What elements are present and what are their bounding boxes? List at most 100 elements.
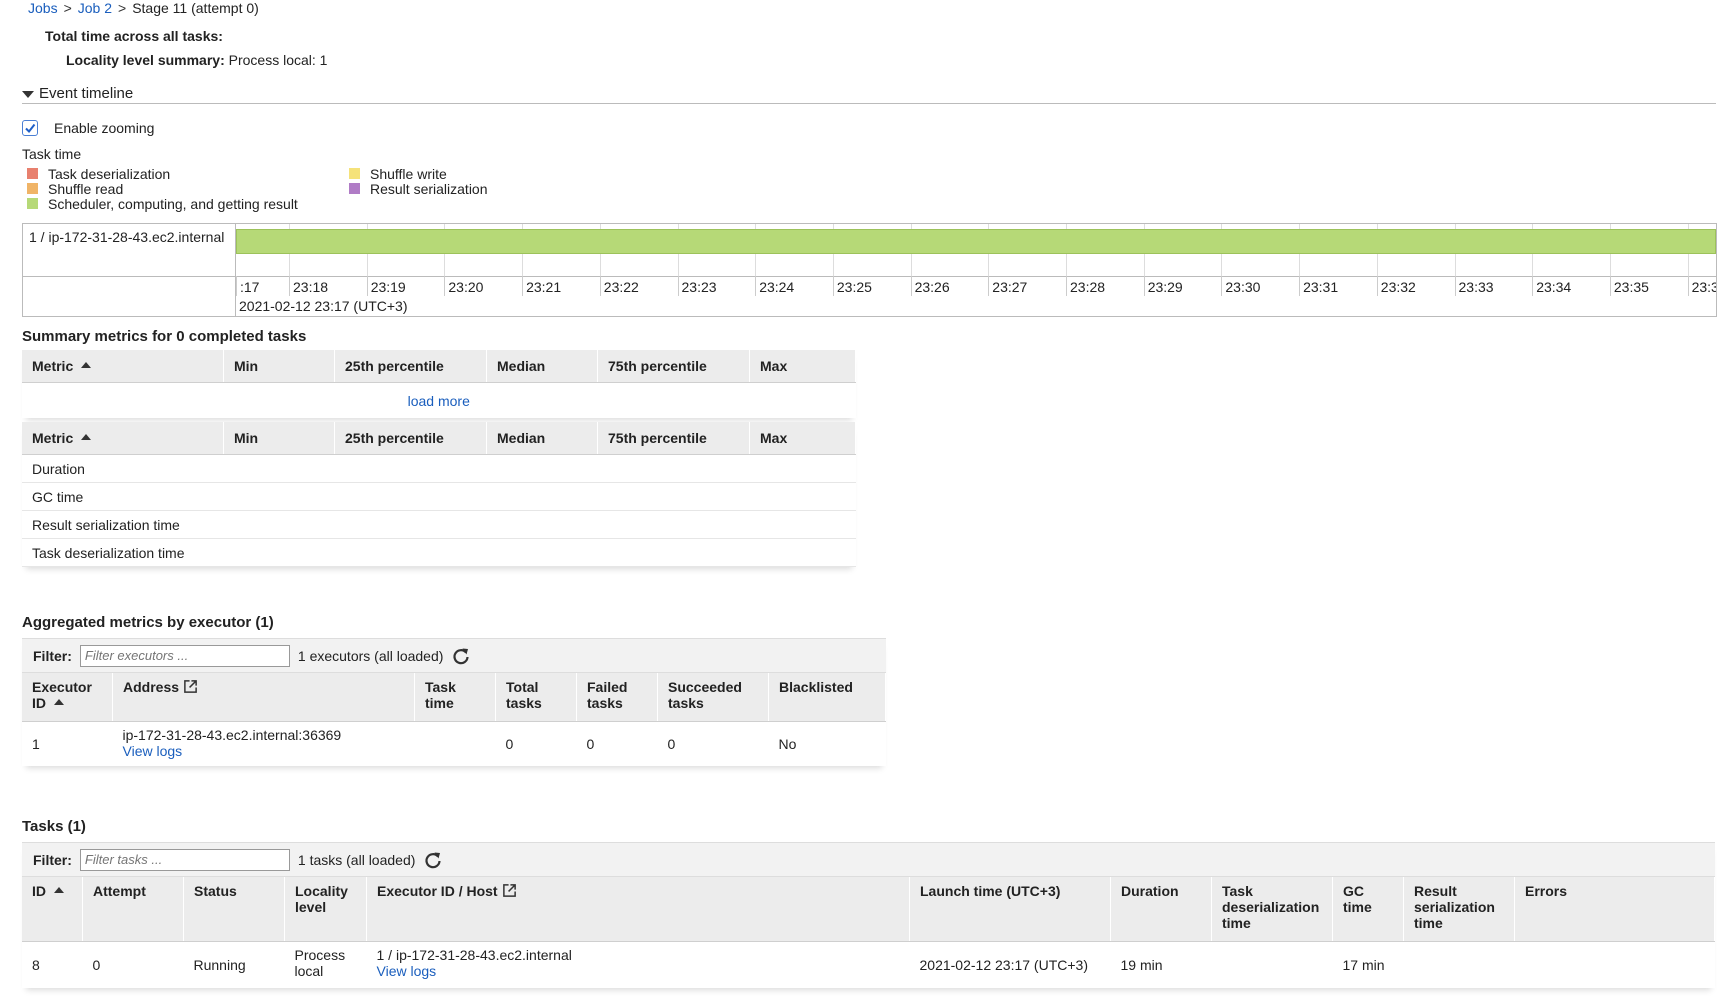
enable-zooming-label: Enable zooming bbox=[54, 120, 155, 136]
column-header-max[interactable]: Max bbox=[749, 350, 856, 383]
column-header-task-deserialization-time[interactable]: Task deserialization time bbox=[1211, 877, 1333, 942]
tasks-filter-bar: Filter: 1 tasks (all loaded) bbox=[22, 842, 1715, 877]
table-header-row: Executor ID Address Task time Total tasks F… bbox=[22, 673, 886, 722]
column-header-locality-level[interactable]: Locality level bbox=[284, 877, 367, 942]
errors-cell bbox=[1515, 942, 1715, 989]
column-header-failed-tasks[interactable]: Failed tasks bbox=[576, 673, 658, 722]
launch-time-cell: 2021-02-12 23:17 (UTC+3) bbox=[919, 957, 1089, 973]
column-header-min[interactable]: Min bbox=[223, 422, 335, 455]
table-header-row: ID Attempt Status Locality level Executor… bbox=[22, 877, 1715, 942]
legend-item-result-serialization: Result serialization bbox=[349, 181, 488, 197]
table-row: Task deserialization time bbox=[22, 538, 856, 567]
legend-item-shuffle-write: Shuffle write bbox=[349, 165, 488, 182]
timeline-tick-label: 23:23 bbox=[677, 276, 717, 296]
load-more-link[interactable]: load more bbox=[408, 393, 470, 409]
executor-host-cell: 1 / ip-172-31-28-43.ec2.internal View lo… bbox=[367, 942, 910, 989]
column-header-total-tasks[interactable]: Total tasks bbox=[495, 673, 577, 722]
sort-ascending-icon bbox=[54, 699, 64, 705]
column-header-task-time[interactable]: Task time bbox=[414, 673, 496, 722]
column-header-errors[interactable]: Errors bbox=[1514, 877, 1715, 942]
metric-name: Task deserialization time bbox=[22, 538, 224, 567]
timeline-tick-label: 23:32 bbox=[1376, 276, 1416, 296]
gc-time-cell: 17 min bbox=[1342, 957, 1385, 973]
column-header-status[interactable]: Status bbox=[183, 877, 285, 942]
timeline-axis-left-cell bbox=[23, 276, 236, 316]
column-header-result-serialization-time[interactable]: Result serialization time bbox=[1403, 877, 1515, 942]
event-timeline-chart[interactable]: 1 / ip-172-31-28-43.ec2.internal :17 23:1… bbox=[22, 223, 1717, 317]
section-divider bbox=[22, 103, 1716, 104]
breadcrumb-jobs-link[interactable]: Jobs bbox=[28, 0, 58, 16]
timeline-tick-label: 23:31 bbox=[1299, 276, 1338, 296]
view-logs-link[interactable]: View logs bbox=[377, 963, 437, 979]
timeline-tick-label: 23:21 bbox=[522, 276, 561, 296]
legend-label: Shuffle write bbox=[370, 165, 447, 182]
column-header-25th-percentile[interactable]: 25th percentile bbox=[334, 422, 487, 455]
total-time-summary: Total time across all tasks: bbox=[45, 28, 223, 44]
table-row: Result serialization time bbox=[22, 510, 856, 539]
task-id-cell: 8 bbox=[32, 957, 40, 973]
event-timeline-toggle[interactable]: Event timeline bbox=[22, 85, 133, 102]
checkmark-icon bbox=[25, 123, 36, 134]
column-header-75th-percentile[interactable]: 75th percentile bbox=[597, 350, 750, 383]
task-time-bar[interactable] bbox=[236, 229, 1716, 254]
status-cell: Running bbox=[193, 957, 246, 973]
sort-ascending-icon bbox=[81, 434, 92, 440]
column-header-metric[interactable]: Metric bbox=[22, 422, 224, 455]
tasks-filter-input[interactable] bbox=[79, 848, 290, 871]
enable-zooming-checkbox[interactable] bbox=[22, 120, 38, 136]
table-header-row: Metric Min 25th percentile Median 75th p… bbox=[22, 350, 856, 383]
filter-label: Filter: bbox=[33, 851, 72, 868]
legend-item-task-deserialization: Task deserialization bbox=[27, 166, 298, 182]
executor-filter-bar: Filter: 1 executors (all loaded) bbox=[22, 638, 886, 673]
column-header-max[interactable]: Max bbox=[749, 422, 856, 455]
column-header-succeeded-tasks[interactable]: Succeeded tasks bbox=[657, 673, 769, 722]
event-timeline-title: Event timeline bbox=[39, 85, 134, 102]
table-row: 1 ip-172-31-28-43.ec2.internal:36369 Vie… bbox=[22, 722, 886, 767]
locality-summary: Locality level summary: Process local: 1 bbox=[66, 52, 327, 68]
table-header-row: Metric Min 25th percentile Median 75th p… bbox=[22, 422, 856, 455]
column-header-id[interactable]: ID bbox=[22, 877, 83, 942]
timeline-tick-label: 23:36 bbox=[1687, 276, 1716, 296]
column-header-launch-time[interactable]: Launch time (UTC+3) bbox=[909, 877, 1111, 942]
executor-filter-input[interactable] bbox=[79, 644, 290, 667]
column-header-median[interactable]: Median bbox=[486, 350, 598, 383]
timeline-tick-label: 23:28 bbox=[1066, 276, 1105, 296]
timeline-tick-label: 23:29 bbox=[1143, 276, 1183, 296]
refresh-icon[interactable] bbox=[423, 850, 443, 870]
executor-table: Executor ID Address Task time Total tasks F… bbox=[22, 673, 886, 766]
timeline-group-cell: 1 / ip-172-31-28-43.ec2.internal bbox=[23, 224, 236, 277]
timeline-tick-label: 23:22 bbox=[599, 276, 639, 296]
refresh-icon[interactable] bbox=[451, 646, 471, 666]
legend-swatch bbox=[349, 183, 360, 194]
breadcrumb-current-stage: Stage 11 (attempt 0) bbox=[132, 0, 259, 16]
column-header-metric[interactable]: Metric bbox=[22, 350, 224, 383]
column-header-blacklisted[interactable]: Blacklisted bbox=[768, 673, 886, 722]
column-header-executor-id[interactable]: Executor ID bbox=[22, 673, 113, 722]
timeline-axis: :17 23:18 23:19 23:20 23:21 23:22 23:23 23:24 23… bbox=[236, 276, 1716, 316]
legend-label: Scheduler, computing, and getting result bbox=[48, 195, 298, 212]
locality-value: Process local: 1 bbox=[228, 52, 328, 68]
column-header-gc-time[interactable]: GC time bbox=[1332, 877, 1404, 942]
column-header-median[interactable]: Median bbox=[486, 422, 598, 455]
summary-metrics-table-1: Metric Min 25th percentile Median 75th p… bbox=[22, 350, 856, 418]
timeline-tick-label: 23:19 bbox=[366, 276, 406, 296]
result-serialization-cell bbox=[1404, 942, 1515, 989]
column-header-attempt[interactable]: Attempt bbox=[82, 877, 184, 942]
column-header-executor-host[interactable]: Executor ID / Host bbox=[366, 877, 910, 942]
timeline-tick-label: 23:33 bbox=[1454, 276, 1494, 296]
column-header-duration[interactable]: Duration bbox=[1110, 877, 1212, 942]
legend-swatch bbox=[27, 198, 38, 209]
column-header-75th-percentile[interactable]: 75th percentile bbox=[597, 422, 750, 455]
executors-loaded-status: 1 executors (all loaded) bbox=[297, 647, 444, 664]
blacklisted-cell: No bbox=[778, 736, 797, 752]
expanded-triangle-icon bbox=[22, 90, 34, 98]
tasks-title: Tasks (1) bbox=[22, 818, 86, 835]
column-header-address[interactable]: Address bbox=[112, 673, 415, 722]
failed-tasks-cell: 0 bbox=[586, 736, 595, 752]
column-header-25th-percentile[interactable]: 25th percentile bbox=[334, 350, 487, 383]
view-logs-link[interactable]: View logs bbox=[123, 743, 183, 759]
summary-metrics-table-2: Metric Min 25th percentile Median 75th p… bbox=[22, 422, 856, 567]
breadcrumb-job-link[interactable]: Job 2 bbox=[78, 0, 112, 16]
sort-ascending-icon bbox=[81, 362, 92, 368]
column-header-min[interactable]: Min bbox=[223, 350, 335, 383]
